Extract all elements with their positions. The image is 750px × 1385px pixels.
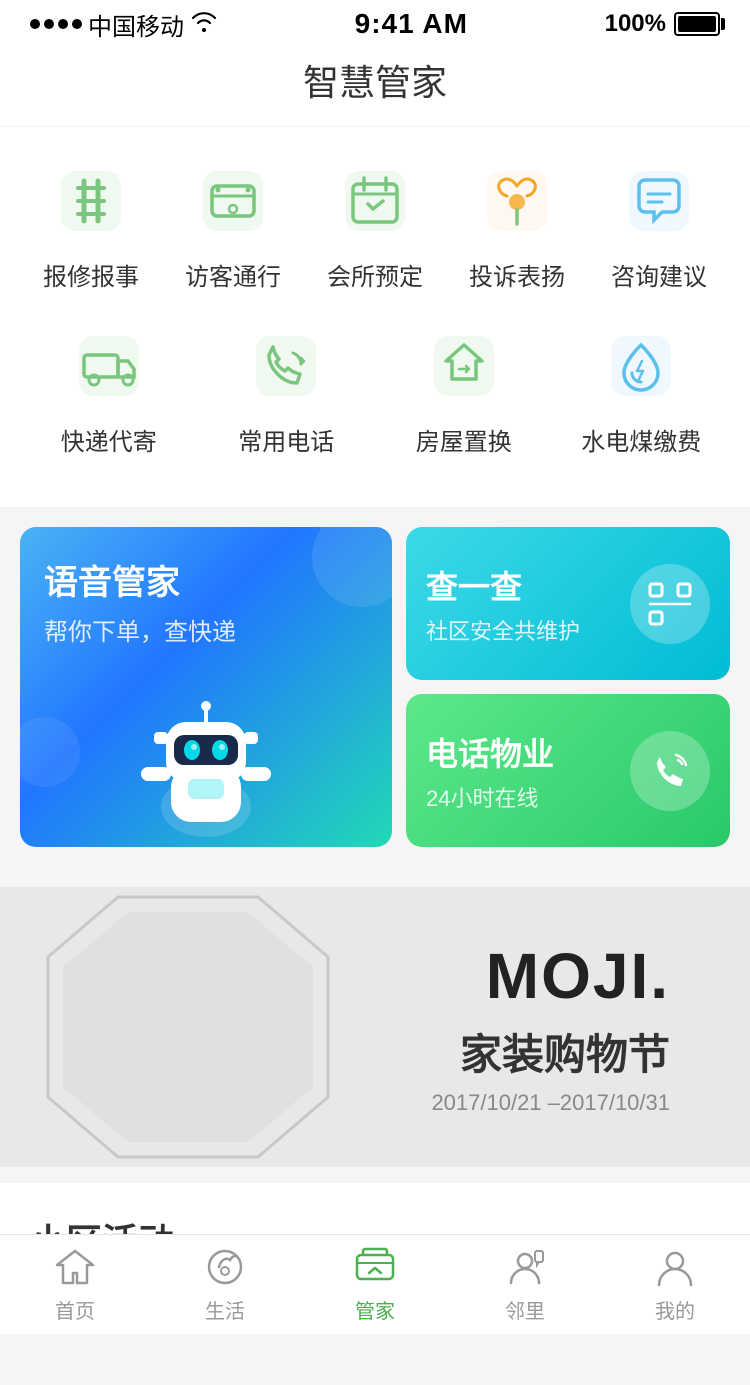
grid-label-consult: 咨询建议 (611, 257, 707, 292)
life-nav-icon (203, 1245, 247, 1289)
voice-subtitle: 帮你下单，查快递 (44, 612, 368, 647)
ticket-icon (189, 157, 277, 245)
house-icon (420, 322, 508, 410)
banner-text: MOJI. 家装购物节 2017/10/21 –2017/10/31 (431, 939, 670, 1116)
grid-item-phone[interactable]: 常用电话 (226, 322, 346, 457)
nav-item-home[interactable]: 首页 (15, 1245, 135, 1324)
grid-item-visitor[interactable]: 访客通行 (173, 157, 293, 292)
signal-dots (30, 19, 82, 29)
service-grid: 报修报事 访客通行 (0, 127, 750, 507)
grid-item-utility[interactable]: 水电煤缴费 (581, 322, 701, 457)
feature-section: 语音管家 帮你下单，查快递 (0, 507, 750, 867)
nav-item-neighbor[interactable]: 邻里 (465, 1245, 585, 1324)
nav-item-mine[interactable]: 我的 (615, 1245, 735, 1324)
status-bar: 中国移动 9:41 AM 100% (0, 0, 750, 44)
home-nav-icon (53, 1245, 97, 1289)
wifi-icon (190, 10, 218, 38)
truck-icon (65, 322, 153, 410)
grid-item-club[interactable]: 会所预定 (315, 157, 435, 292)
banner-shape (0, 887, 375, 1167)
property-subtitle: 24小时在线 (426, 781, 554, 813)
status-right: 100% (605, 10, 720, 38)
grid-row-2: 快递代寄 常用电话 (20, 322, 730, 457)
nav-item-manager[interactable]: 管家 (315, 1245, 435, 1324)
bottom-nav: 首页 生活 管家 (0, 1234, 750, 1334)
check-text: 查一查 社区安全共维护 (426, 562, 580, 646)
calendar-icon (331, 157, 419, 245)
battery-icon (674, 12, 720, 36)
grid-label-club: 会所预定 (327, 257, 423, 292)
feature-check[interactable]: 查一查 社区安全共维护 (406, 527, 730, 680)
grid-item-express[interactable]: 快递代寄 (49, 322, 169, 457)
banner-brand: MOJI. (486, 939, 670, 1013)
feature-voice-assistant[interactable]: 语音管家 帮你下单，查快递 (20, 527, 392, 847)
grid-label-house: 房屋置换 (416, 422, 512, 457)
feature-right-cards: 查一查 社区安全共维护 电话物业 24小时在线 (406, 527, 730, 847)
flower-icon (473, 157, 561, 245)
grid-label-utility: 水电煤缴费 (581, 422, 701, 457)
robot-illustration (116, 667, 296, 847)
banner-title: 家装购物节 (460, 1021, 670, 1082)
grid-item-repair[interactable]: 报修报事 (31, 157, 151, 292)
property-text: 电话物业 24小时在线 (426, 729, 554, 813)
nav-label-mine: 我的 (655, 1295, 695, 1324)
phone-icon (242, 322, 330, 410)
check-title: 查一查 (426, 562, 580, 608)
nav-item-life[interactable]: 生活 (165, 1245, 285, 1324)
nav-label-life: 生活 (205, 1295, 245, 1324)
grid-label-repair: 报修报事 (43, 257, 139, 292)
scan-icon (630, 564, 710, 644)
status-time: 9:41 AM (355, 8, 468, 40)
wrench-icon (47, 157, 135, 245)
grid-label-complaint: 投诉表扬 (469, 257, 565, 292)
phone-call-icon (630, 731, 710, 811)
drop-icon (597, 322, 685, 410)
grid-item-house[interactable]: 房屋置换 (404, 322, 524, 457)
mine-nav-icon (653, 1245, 697, 1289)
battery-percent: 100% (605, 10, 666, 38)
banner-date: 2017/10/21 –2017/10/31 (431, 1090, 670, 1116)
manager-nav-icon (353, 1245, 397, 1289)
check-subtitle: 社区安全共维护 (426, 614, 580, 646)
nav-label-neighbor: 邻里 (505, 1295, 545, 1324)
chat-icon (615, 157, 703, 245)
page-title: 智慧管家 (0, 44, 750, 127)
nav-label-manager: 管家 (355, 1295, 395, 1324)
grid-label-visitor: 访客通行 (185, 257, 281, 292)
status-left: 中国移动 (30, 7, 218, 42)
grid-label-express: 快递代寄 (61, 422, 157, 457)
neighbor-nav-icon (503, 1245, 547, 1289)
nav-label-home: 首页 (55, 1295, 95, 1324)
grid-item-complaint[interactable]: 投诉表扬 (457, 157, 577, 292)
grid-item-consult[interactable]: 咨询建议 (599, 157, 719, 292)
banner-section[interactable]: MOJI. 家装购物节 2017/10/21 –2017/10/31 (0, 887, 750, 1167)
carrier-label: 中国移动 (88, 7, 184, 42)
grid-row-1: 报修报事 访客通行 (20, 157, 730, 292)
grid-label-phone: 常用电话 (238, 422, 334, 457)
property-title: 电话物业 (426, 729, 554, 775)
feature-property[interactable]: 电话物业 24小时在线 (406, 694, 730, 847)
